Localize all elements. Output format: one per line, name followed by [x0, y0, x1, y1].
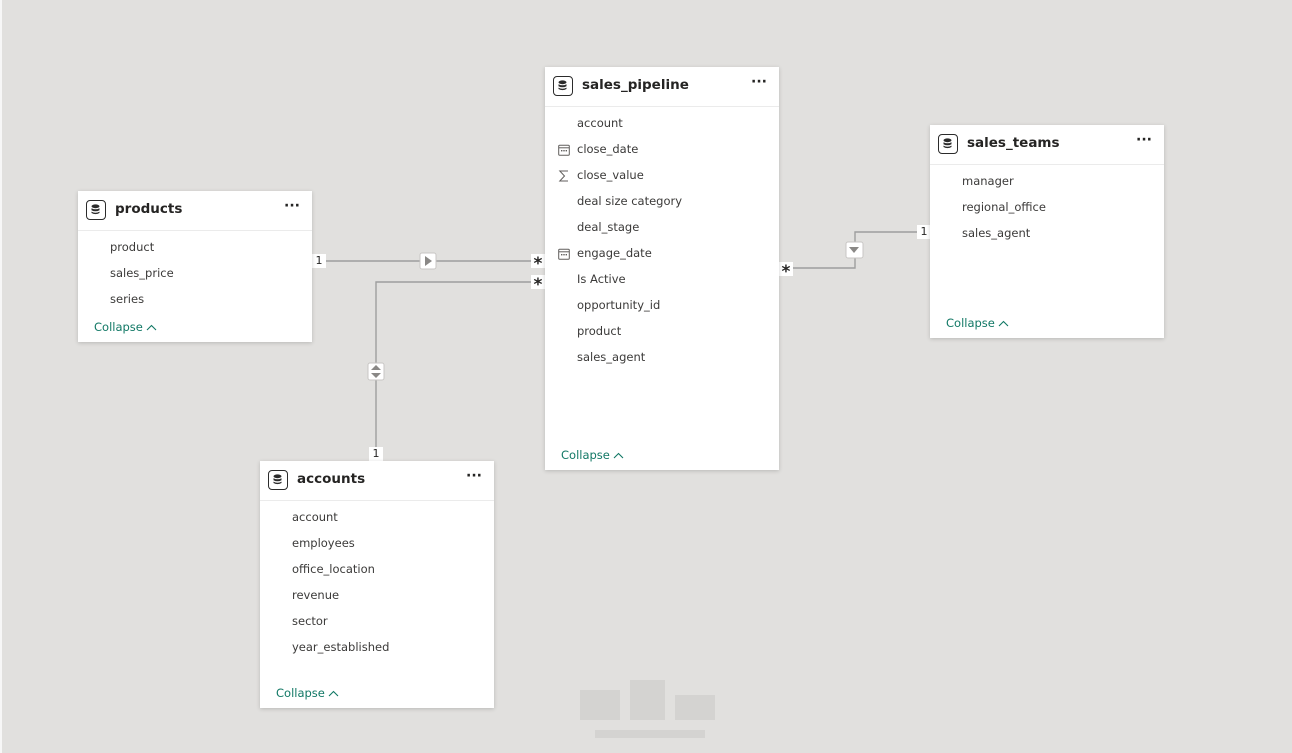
field-name: product	[110, 240, 155, 254]
cardinality-one-products: 1	[312, 254, 326, 268]
cardinality-one-sales-teams: 1	[917, 225, 931, 239]
table-icon	[268, 470, 288, 490]
field-row[interactable]: deal_stage	[545, 215, 779, 241]
filter-arrow-products[interactable]	[419, 252, 437, 270]
more-options-icon[interactable]: ···	[466, 469, 482, 487]
watermark-logo	[580, 680, 715, 738]
field-row[interactable]: account	[260, 505, 494, 531]
field-name: year_established	[292, 640, 390, 654]
field-name: manager	[962, 174, 1014, 188]
collapse-label: Collapse	[561, 448, 610, 462]
field-name: regional_office	[962, 200, 1046, 214]
field-list: manager regional_office sales_agent	[930, 169, 1164, 247]
filter-arrow-sales-teams[interactable]	[845, 241, 864, 259]
chevron-up-icon	[146, 324, 157, 331]
field-row[interactable]: close_value	[545, 163, 779, 189]
field-name: product	[577, 324, 622, 338]
field-name: sector	[292, 614, 328, 628]
cardinality-many-products: *	[531, 254, 545, 274]
field-name: Is Active	[577, 272, 626, 286]
field-list: product sales_price series	[78, 235, 312, 313]
collapse-button[interactable]: Collapse	[94, 320, 157, 334]
field-name: series	[110, 292, 145, 306]
cardinality-one-accounts: 1	[369, 447, 383, 461]
table-title: sales_pipeline	[582, 77, 689, 93]
table-card-accounts[interactable]: accounts ··· account employees office_lo…	[260, 461, 494, 708]
field-row[interactable]: opportunity_id	[545, 293, 779, 319]
field-name: opportunity_id	[577, 298, 661, 312]
field-row[interactable]: employees	[260, 531, 494, 557]
field-row[interactable]: sales_agent	[930, 221, 1164, 247]
sigma-icon	[558, 170, 568, 182]
table-card-sales-teams[interactable]: sales_teams ··· manager regional_office …	[930, 125, 1164, 338]
collapse-button[interactable]: Collapse	[946, 316, 1009, 330]
field-name: revenue	[292, 588, 340, 602]
table-header[interactable]: sales_pipeline ···	[545, 67, 779, 107]
field-list: account close_date close_value deal size…	[545, 111, 779, 371]
field-name: engage_date	[577, 246, 652, 260]
table-icon	[938, 134, 958, 154]
chevron-up-icon	[613, 452, 624, 459]
field-row[interactable]: sales_agent	[545, 345, 779, 371]
field-name: sales_agent	[577, 350, 646, 364]
field-list: account employees office_location revenu…	[260, 505, 494, 661]
chevron-up-icon	[328, 690, 339, 697]
table-card-products[interactable]: products ··· product sales_price series …	[78, 191, 312, 342]
field-name: sales_price	[110, 266, 174, 280]
field-row[interactable]: revenue	[260, 583, 494, 609]
more-options-icon[interactable]: ···	[1136, 133, 1152, 151]
field-name: deal size category	[577, 194, 683, 208]
field-row[interactable]: product	[78, 235, 312, 261]
collapse-label: Collapse	[276, 686, 325, 700]
table-icon	[86, 200, 106, 220]
field-row[interactable]: Is Active	[545, 267, 779, 293]
field-row[interactable]: account	[545, 111, 779, 137]
table-title: accounts	[297, 471, 366, 487]
field-row[interactable]: office_location	[260, 557, 494, 583]
field-row[interactable]: engage_date	[545, 241, 779, 267]
collapse-button[interactable]: Collapse	[276, 686, 339, 700]
table-title: sales_teams	[967, 135, 1060, 151]
table-header[interactable]: accounts ···	[260, 461, 494, 501]
more-options-icon[interactable]: ···	[751, 75, 767, 93]
field-name: account	[292, 510, 338, 524]
field-row[interactable]: regional_office	[930, 195, 1164, 221]
field-name: sales_agent	[962, 226, 1031, 240]
field-row[interactable]: year_established	[260, 635, 494, 661]
field-name: deal_stage	[577, 220, 640, 234]
relationship-accounts-sales-pipeline[interactable]	[375, 281, 545, 462]
table-card-sales-pipeline[interactable]: sales_pipeline ··· account close_date cl…	[545, 67, 779, 470]
table-header[interactable]: products ···	[78, 191, 312, 231]
collapse-button[interactable]: Collapse	[561, 448, 624, 462]
cardinality-many-accounts: *	[531, 275, 545, 295]
calendar-icon	[558, 248, 570, 260]
field-name: close_value	[577, 168, 644, 182]
calendar-icon	[558, 144, 570, 156]
collapse-label: Collapse	[94, 320, 143, 334]
cardinality-many-sales-teams: *	[779, 262, 793, 282]
field-row[interactable]: series	[78, 287, 312, 313]
field-row[interactable]: sector	[260, 609, 494, 635]
table-header[interactable]: sales_teams ···	[930, 125, 1164, 165]
field-name: close_date	[577, 142, 639, 156]
collapse-label: Collapse	[946, 316, 995, 330]
field-row[interactable]: product	[545, 319, 779, 345]
more-options-icon[interactable]: ···	[284, 199, 300, 217]
field-name: office_location	[292, 562, 375, 576]
filter-arrow-accounts-bidirectional[interactable]	[367, 362, 385, 381]
field-row[interactable]: deal size category	[545, 189, 779, 215]
table-icon	[553, 76, 573, 96]
field-name: account	[577, 116, 623, 130]
table-title: products	[115, 201, 183, 217]
chevron-up-icon	[998, 320, 1009, 327]
field-name: employees	[292, 536, 355, 550]
field-row[interactable]: sales_price	[78, 261, 312, 287]
field-row[interactable]: close_date	[545, 137, 779, 163]
field-row[interactable]: manager	[930, 169, 1164, 195]
